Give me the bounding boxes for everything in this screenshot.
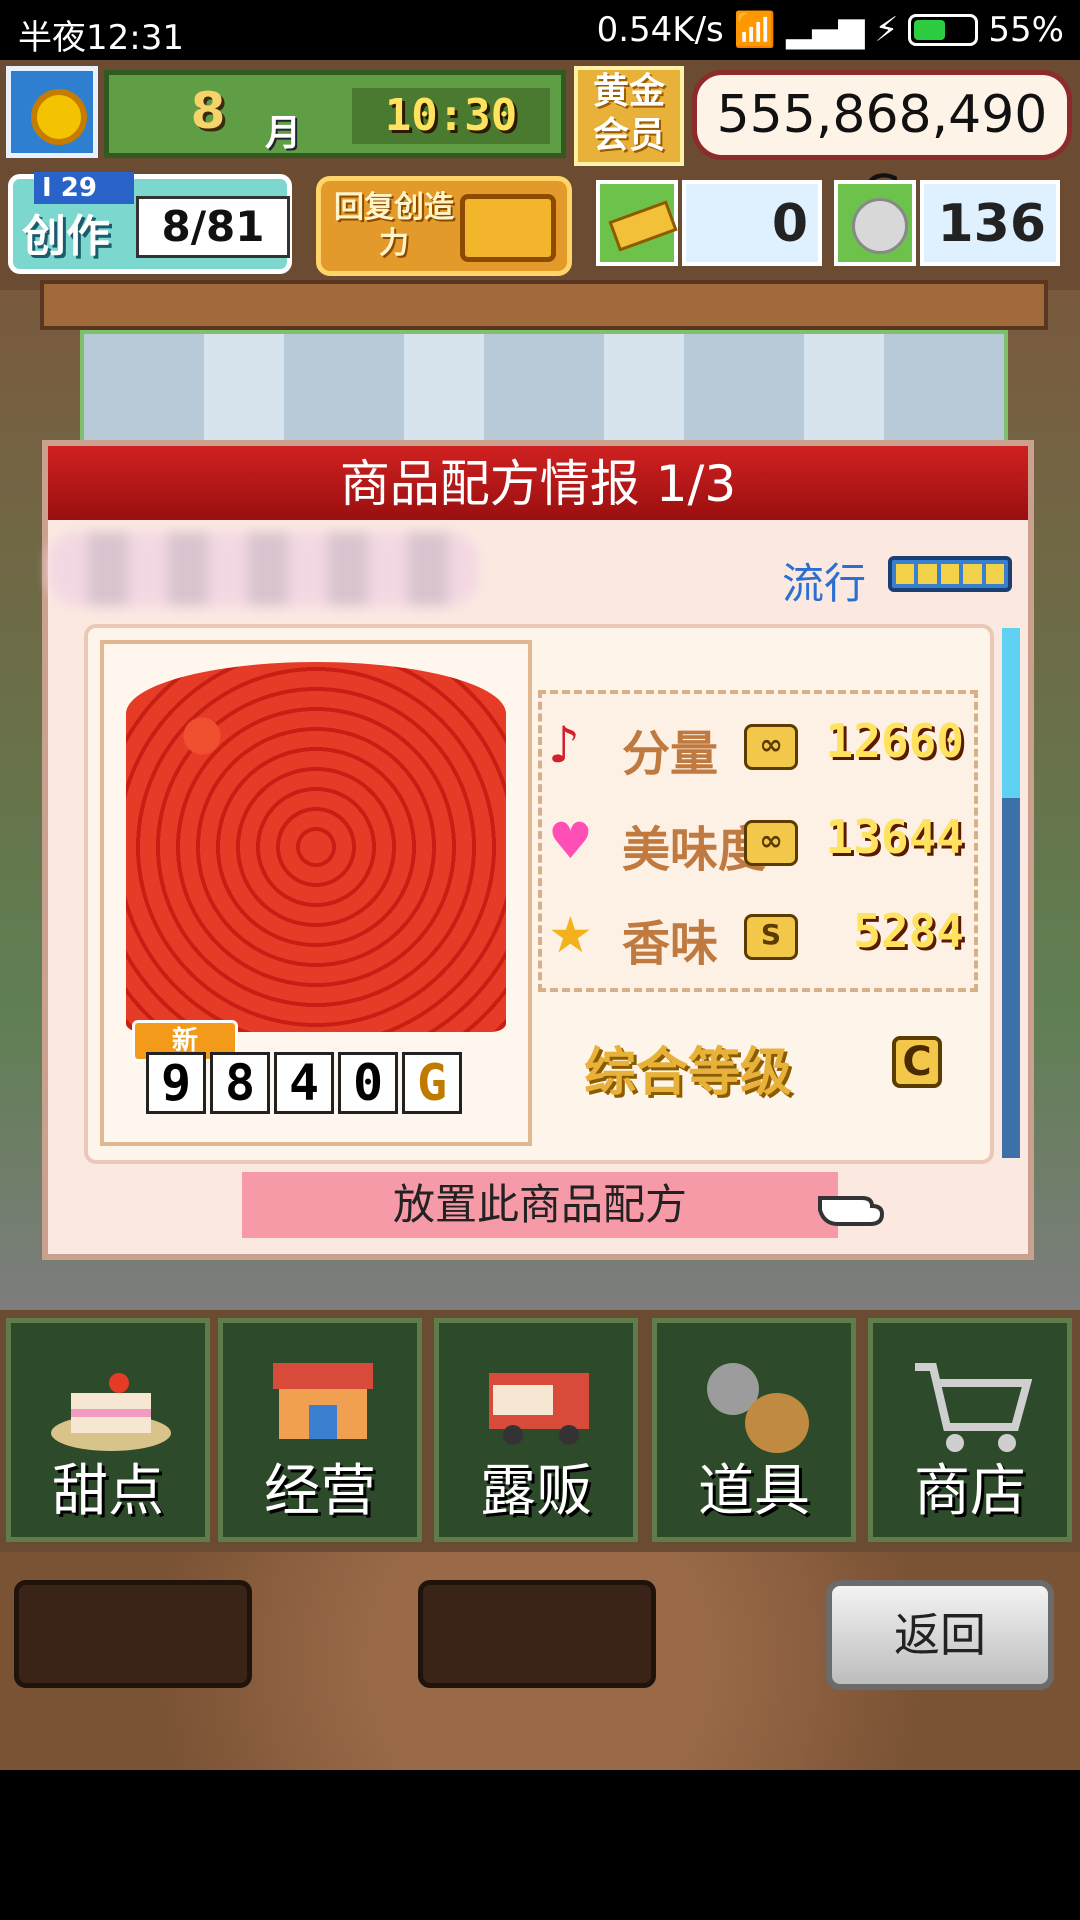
price-display: 9 8 4 0 G	[146, 1052, 486, 1118]
empty-slot	[14, 1580, 252, 1688]
pointing-hand-icon	[816, 1180, 888, 1230]
battery-icon	[908, 14, 979, 46]
price-digit: 8	[210, 1052, 270, 1114]
stat-value: 13644	[825, 810, 964, 864]
ticket-count: 0	[682, 180, 822, 266]
menu-button-store[interactable]: 商店	[868, 1318, 1072, 1542]
stat-value: 12660	[825, 714, 964, 768]
overall-grade-label: 综合等级	[584, 1043, 793, 1103]
shop-beam	[40, 280, 1048, 330]
trend-meter	[888, 556, 1012, 592]
trend-segment	[940, 564, 960, 584]
month-label: 月	[265, 113, 302, 154]
menu-label: 甜点	[52, 1459, 164, 1524]
menu-button-stall[interactable]: 露贩	[434, 1318, 638, 1542]
price-digit: 4	[274, 1052, 334, 1114]
coin-count: 136	[920, 180, 1060, 266]
overall-grade: C	[892, 1036, 942, 1088]
network-speed: 0.54K/s	[596, 10, 724, 50]
coin-icon[interactable]	[834, 180, 916, 266]
back-button[interactable]: 返回	[826, 1580, 1054, 1690]
menu-label: 商店	[914, 1459, 1026, 1524]
menu-label: 经营	[264, 1459, 376, 1524]
stat-rank: ∞	[744, 724, 798, 770]
month-number: 8	[190, 82, 226, 140]
price-currency: G	[402, 1052, 462, 1114]
signal-icon: ▂▄▆	[786, 10, 865, 50]
heart-icon: ♥	[548, 812, 593, 870]
menu-button-dessert[interactable]: 甜点	[6, 1318, 210, 1542]
stat-label: 香味	[622, 916, 719, 972]
scrollbar-thumb[interactable]	[1002, 628, 1020, 798]
gold-member-badge[interactable]: 黄金会员	[574, 66, 684, 166]
price-digit: 0	[338, 1052, 398, 1114]
create-label: 创作	[22, 211, 110, 262]
item-bag-icon	[687, 1343, 827, 1463]
sunflower-avatar-icon[interactable]	[6, 66, 98, 158]
create-count: 8/81	[136, 196, 290, 258]
blurred-recipe-name	[48, 532, 478, 606]
music-note-icon: ♪	[548, 716, 580, 774]
gold-member-label: 黄金会员	[592, 71, 665, 156]
wifi-icon: 📶	[733, 10, 777, 50]
stat-rank: ∞	[744, 820, 798, 866]
menu-button-manage[interactable]: 经营	[218, 1318, 422, 1542]
tv-icon	[460, 194, 556, 262]
menu-button-items[interactable]: 道具	[652, 1318, 856, 1542]
battery-fill	[914, 20, 946, 40]
shop-window	[80, 330, 1008, 448]
status-time: 半夜12:31	[18, 18, 184, 58]
charging-icon: ⚡	[874, 10, 899, 50]
star-icon: ★	[548, 906, 593, 964]
stat-row-volume: ♪ 分量 ∞ 12660	[548, 710, 978, 782]
stat-row-taste: ♥ 美味度 ∞ 13644	[548, 806, 978, 878]
empty-slot	[418, 1580, 656, 1688]
menu-label: 道具	[698, 1459, 810, 1524]
ticket-icon[interactable]	[596, 180, 678, 266]
game-clock: 10:30	[352, 88, 550, 144]
status-bar: 半夜12:31 0.54K/s 📶 ▂▄▆ ⚡ 55%	[0, 0, 1080, 60]
money-display: 555,868,490 G	[692, 70, 1072, 225]
sunflower-icon	[31, 89, 87, 145]
trend-segment	[963, 564, 982, 584]
battery-percent: 55%	[988, 10, 1064, 50]
trend-label: 流行	[782, 559, 867, 608]
cake-icon	[41, 1343, 181, 1463]
food-truck-icon	[469, 1343, 609, 1463]
bottom-black-bar	[0, 1770, 1080, 1920]
place-recipe-button[interactable]: 放置此商品配方	[242, 1172, 838, 1238]
trend-segment	[985, 564, 1005, 584]
trend-segment	[896, 564, 915, 584]
menu-label: 露贩	[480, 1459, 592, 1524]
cart-icon	[903, 1343, 1043, 1463]
restore-creativity-label: 回复创造力	[334, 190, 454, 261]
stat-rank: S	[744, 914, 798, 960]
strawberry-cake-icon	[126, 662, 506, 1032]
trend-segment	[918, 564, 937, 584]
price-digit: 9	[146, 1052, 206, 1114]
shop-icon	[253, 1343, 393, 1463]
status-right: 0.54K/s 📶 ▂▄▆ ⚡ 55%	[597, 10, 1064, 50]
dialog-title: 商品配方情报 1/3	[339, 455, 737, 513]
stat-row-aroma: ★ 香味 S 5284	[548, 900, 978, 972]
stat-label: 分量	[622, 726, 719, 782]
stat-value: 5284	[853, 904, 964, 958]
